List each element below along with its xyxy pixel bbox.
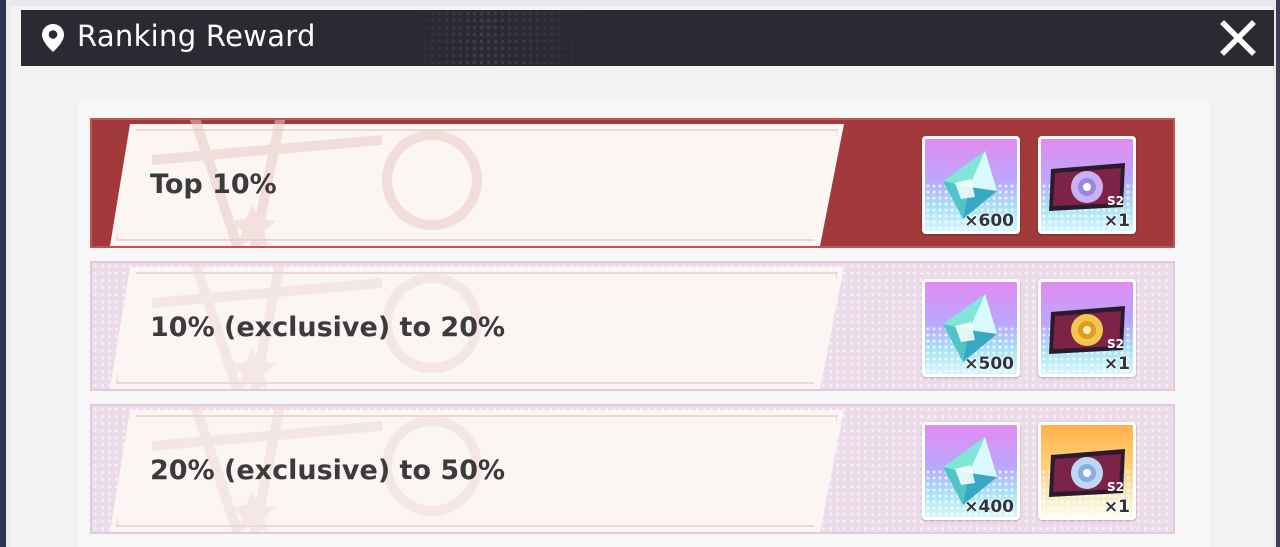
title-bar: Ranking Reward [21, 10, 1274, 66]
reward-quantity: ×1 [1103, 354, 1130, 374]
reward-quantity: ×400 [964, 497, 1014, 517]
reward-item-s2-ticket[interactable]: S2 ×1 [1038, 422, 1136, 520]
tier-row-top-10: Top 10% ×600 S2 ×1 [90, 118, 1175, 248]
tier-row-20-to-50: 20% (exclusive) to 50% ×400 S2 ×1 [90, 404, 1175, 534]
reward-quantity: ×1 [1103, 497, 1130, 517]
tier-label: Top 10% [150, 169, 277, 200]
svg-text:S2: S2 [1107, 480, 1124, 494]
reward-quantity: ×600 [964, 211, 1014, 231]
tier-label: 10% (exclusive) to 20% [150, 312, 506, 343]
svg-text:S2: S2 [1107, 194, 1124, 208]
modal-title: Ranking Reward [77, 19, 316, 53]
reward-quantity: ×500 [964, 354, 1014, 374]
reward-item-s2-ticket[interactable]: S2 ×1 [1038, 279, 1136, 377]
tier-row-10-to-20: 10% (exclusive) to 20% ×500 S2 ×1 [90, 261, 1175, 391]
reward-item-crystal[interactable]: ×400 [922, 422, 1020, 520]
map-pin-icon [42, 24, 64, 52]
reward-item-crystal[interactable]: ×600 [922, 136, 1020, 234]
svg-text:S2: S2 [1107, 337, 1124, 351]
reward-quantity: ×1 [1103, 211, 1130, 231]
reward-item-s2-ticket[interactable]: S2 ×1 [1038, 136, 1136, 234]
tier-label: 20% (exclusive) to 50% [150, 455, 506, 486]
close-icon[interactable] [1218, 18, 1258, 58]
reward-item-crystal[interactable]: ×500 [922, 279, 1020, 377]
